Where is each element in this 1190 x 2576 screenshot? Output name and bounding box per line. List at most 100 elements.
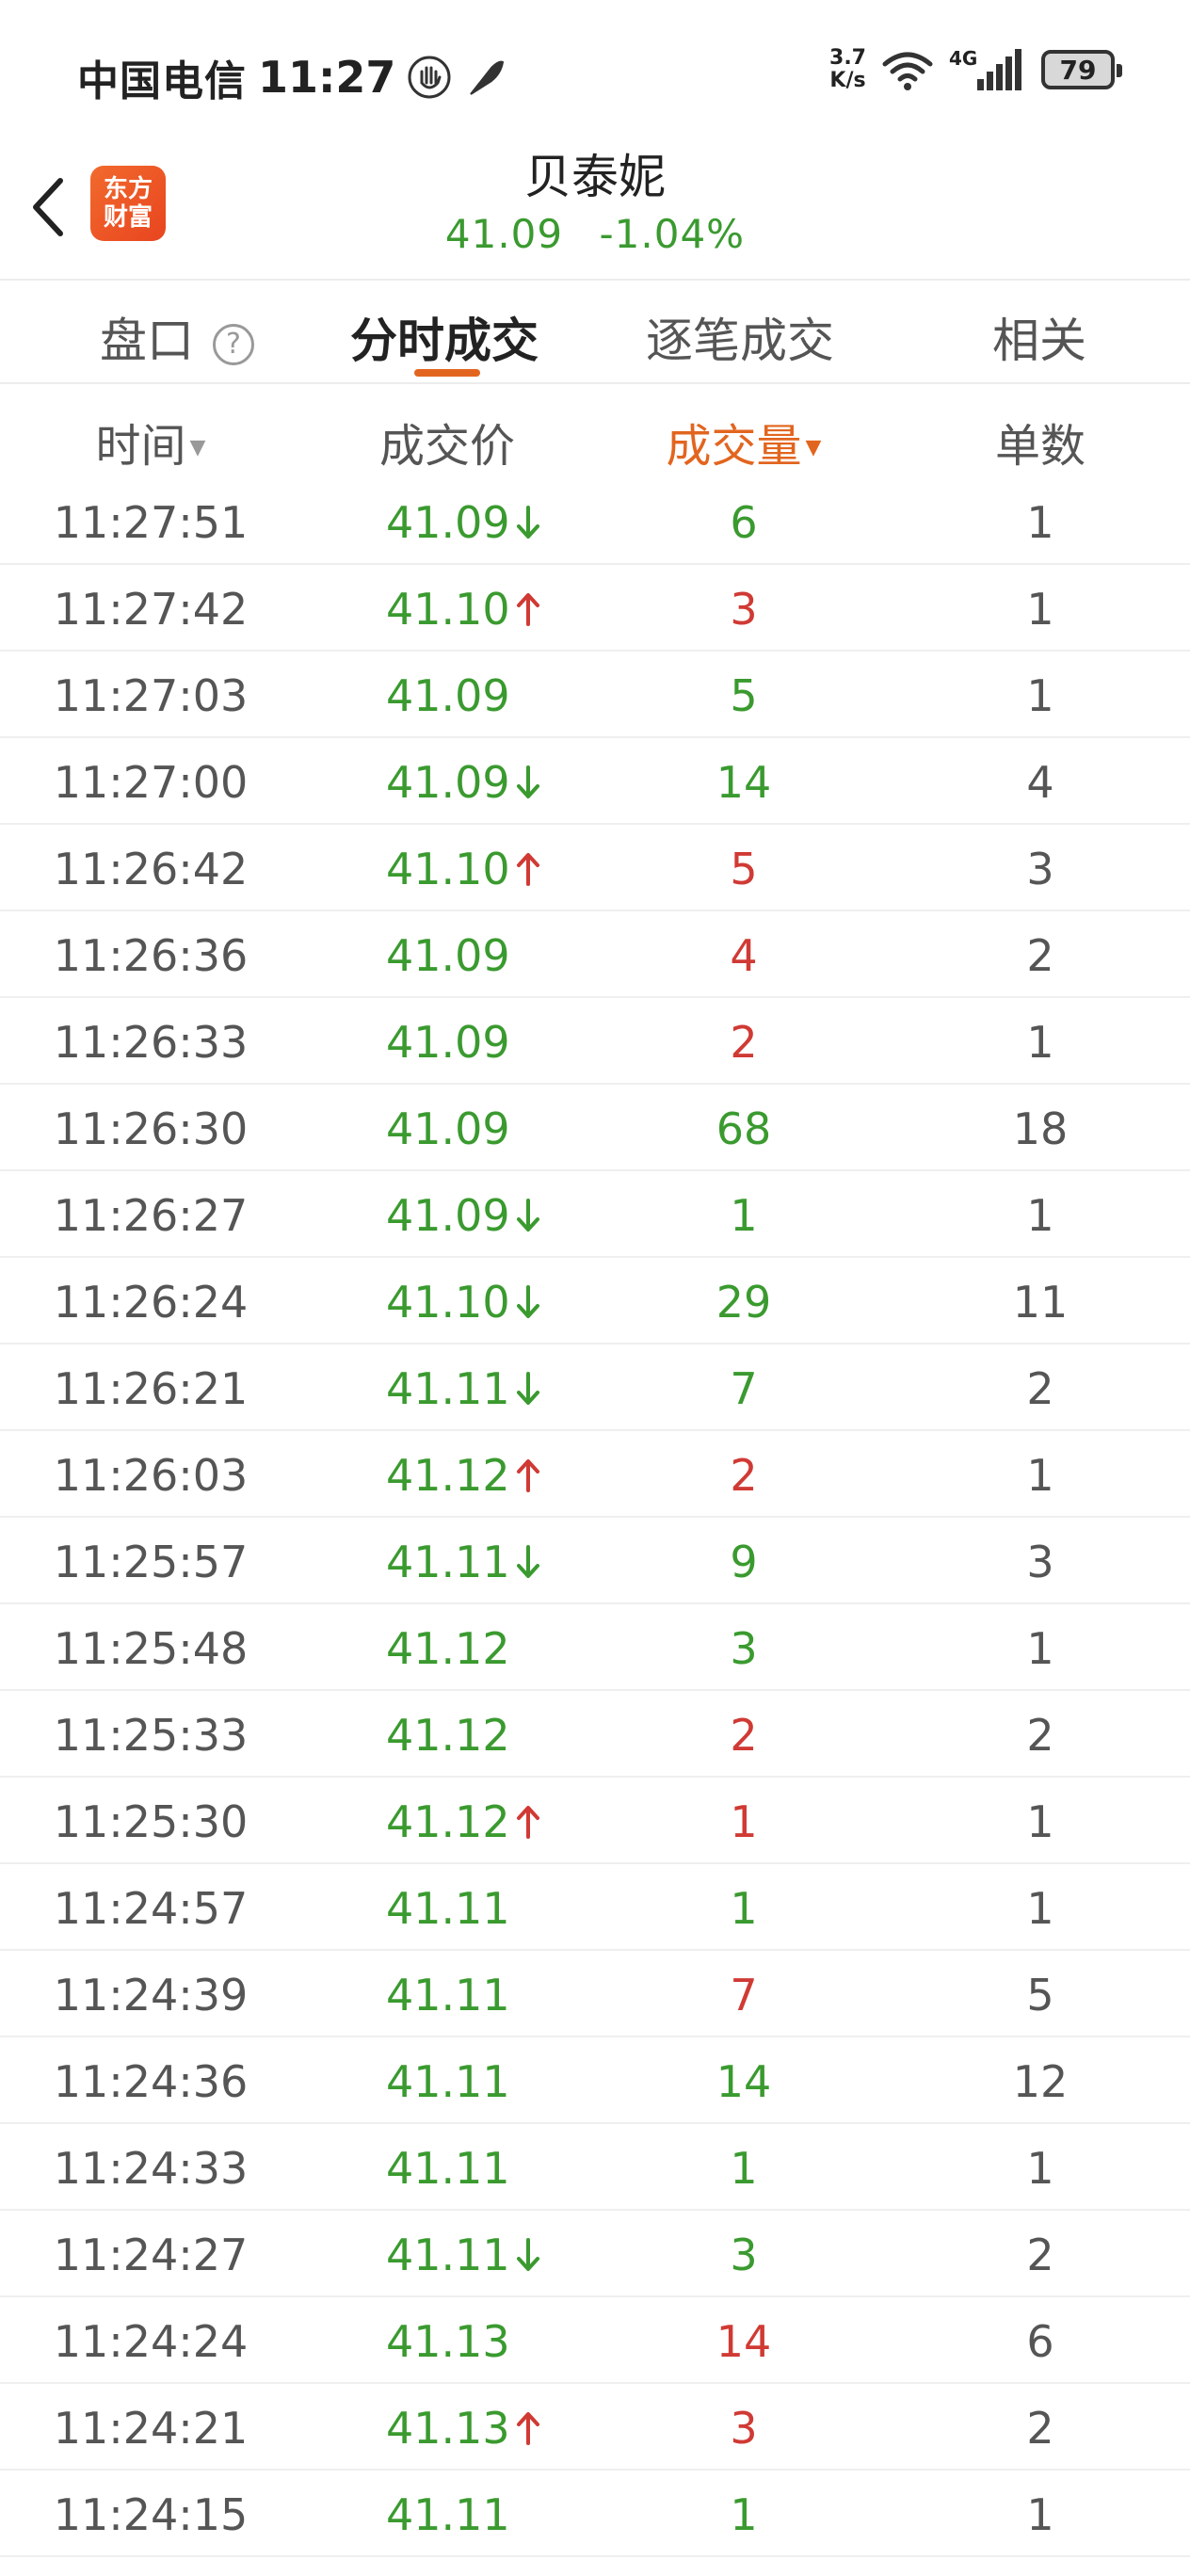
table-row[interactable]: 11:27:03 41.09 5 1 xyxy=(0,652,1190,738)
sort-caret-icon: ▼ xyxy=(189,436,206,459)
trade-time: 11:27:00 xyxy=(53,757,249,808)
signal-type: 4G xyxy=(949,47,978,70)
wifi-icon xyxy=(882,52,933,90)
trade-count: 2 xyxy=(1026,1363,1054,1414)
tab-orderbook[interactable]: 盘口? xyxy=(100,303,254,371)
tab-minute-trades[interactable]: 分时成交 xyxy=(350,303,539,371)
stock-name: 贝泰妮 xyxy=(524,150,666,204)
tab-related[interactable]: 相关 xyxy=(992,303,1086,371)
trade-count: 18 xyxy=(1012,1103,1069,1154)
trade-price-value: 41.10 xyxy=(386,1277,510,1328)
trade-time: 11:24:15 xyxy=(53,2489,249,2540)
trade-count: 1 xyxy=(1026,1450,1054,1501)
trade-count: 2 xyxy=(1026,1710,1054,1761)
table-row[interactable]: 11:24:21 41.13 3 2 xyxy=(0,2384,1190,2471)
table-row[interactable]: 11:25:33 41.12 2 2 xyxy=(0,1691,1190,1778)
table-row[interactable]: 11:24:15 41.11 1 1 xyxy=(0,2471,1190,2557)
trade-time: 11:25:30 xyxy=(53,1796,249,1847)
trade-price-value: 41.09 xyxy=(386,1190,510,1241)
trade-time: 11:26:33 xyxy=(53,1017,249,1068)
trade-price-value: 41.11 xyxy=(386,1883,510,1934)
trade-time: 11:25:57 xyxy=(53,1537,249,1587)
table-row[interactable]: 11:26:42 41.10 5 3 xyxy=(0,825,1190,911)
cell-signal: 4G xyxy=(949,47,1028,92)
trade-count: 1 xyxy=(1026,1796,1054,1847)
trade-volume: 68 xyxy=(716,1103,772,1154)
column-header-count: 单数 xyxy=(994,420,1085,473)
trade-volume: 3 xyxy=(730,584,758,635)
trade-time: 11:26:27 xyxy=(53,1190,249,1241)
table-row[interactable]: 11:26:36 41.09 4 2 xyxy=(0,911,1190,998)
trade-count: 1 xyxy=(1026,1190,1054,1241)
table-row[interactable]: 11:26:24 41.10 29 11 xyxy=(0,1258,1190,1344)
status-left: 中国电信 11:27 xyxy=(77,47,508,107)
trade-price-value: 41.09 xyxy=(386,757,510,808)
arrow-down-icon xyxy=(516,1199,539,1232)
column-header-volume[interactable]: 成交量 ▼ xyxy=(603,409,885,475)
trade-count: 2 xyxy=(1026,2403,1054,2454)
trade-count: 1 xyxy=(1026,1883,1054,1934)
trade-count: 1 xyxy=(1026,1017,1054,1068)
trade-time: 11:24:24 xyxy=(53,2316,249,2367)
trade-volume: 1 xyxy=(730,1190,758,1241)
trade-volume: 3 xyxy=(730,1623,758,1674)
table-row[interactable]: 11:26:21 41.11 7 2 xyxy=(0,1344,1190,1431)
table-row[interactable]: 11:25:57 41.11 9 3 xyxy=(0,1518,1190,1604)
table-header: 时间 ▼ 成交价 成交量 ▼ 单数 xyxy=(0,384,1190,478)
trade-time: 11:26:03 xyxy=(53,1450,249,1501)
arrow-down-icon xyxy=(516,1545,539,1578)
table-row[interactable]: 11:26:33 41.09 2 1 xyxy=(0,998,1190,1085)
trade-volume: 1 xyxy=(730,2143,758,2194)
trade-volume: 29 xyxy=(716,1277,772,1328)
stock-price: 41.09 xyxy=(444,211,564,257)
trade-count: 1 xyxy=(1026,2489,1054,2540)
trade-price-value: 41.11 xyxy=(386,2489,510,2540)
table-row[interactable]: 11:25:48 41.12 3 1 xyxy=(0,1604,1190,1691)
trade-time: 11:25:48 xyxy=(53,1623,249,1674)
trade-count: 1 xyxy=(1026,497,1054,548)
active-tab-indicator xyxy=(414,369,480,377)
table-row[interactable]: 11:27:00 41.09 14 4 xyxy=(0,738,1190,825)
trade-volume: 1 xyxy=(730,1796,758,1847)
trade-volume: 14 xyxy=(716,2056,772,2107)
trade-count: 3 xyxy=(1026,844,1054,894)
trade-price-value: 41.12 xyxy=(386,1450,510,1501)
table-row[interactable]: 11:24:39 41.11 7 5 xyxy=(0,1951,1190,2037)
title-bar: 东方 财富 贝泰妮 41.09 -1.04% xyxy=(0,132,1190,281)
net-speed: 3.7 K/s xyxy=(829,47,866,92)
trade-volume: 1 xyxy=(730,1883,758,1934)
trades-table: 11:27:51 41.09 6 1 11:27:42 41.10 3 1 11:27:03 41… xyxy=(0,478,1190,2557)
trade-volume: 14 xyxy=(716,2316,772,2367)
trade-volume: 2 xyxy=(730,1710,758,1761)
table-row[interactable]: 11:24:36 41.11 14 12 xyxy=(0,2037,1190,2124)
trade-price-value: 41.11 xyxy=(386,1363,510,1414)
column-volume-label: 成交量 xyxy=(666,420,802,473)
tab-tick-trades[interactable]: 逐笔成交 xyxy=(646,303,834,371)
trade-volume: 6 xyxy=(730,497,758,548)
column-header-time[interactable]: 时间 ▼ xyxy=(9,409,292,475)
trade-count: 2 xyxy=(1026,2230,1054,2280)
table-row[interactable]: 11:24:57 41.11 1 1 xyxy=(0,1864,1190,1951)
arrow-down-icon xyxy=(516,1372,539,1405)
trade-volume: 2 xyxy=(730,1017,758,1068)
table-row[interactable]: 11:24:33 41.11 1 1 xyxy=(0,2124,1190,2211)
table-row[interactable]: 11:27:42 41.10 3 1 xyxy=(0,565,1190,652)
table-row[interactable]: 11:26:03 41.12 2 1 xyxy=(0,1431,1190,1518)
table-row[interactable]: 11:26:27 41.09 1 1 xyxy=(0,1171,1190,1258)
table-row[interactable]: 11:27:51 41.09 6 1 xyxy=(0,478,1190,565)
table-row[interactable]: 11:25:30 41.12 1 1 xyxy=(0,1778,1190,1864)
table-row[interactable]: 11:26:30 41.09 68 18 xyxy=(0,1085,1190,1171)
trade-volume: 3 xyxy=(730,2403,758,2454)
trade-price-value: 41.09 xyxy=(386,1017,510,1068)
trade-time: 11:24:33 xyxy=(53,2143,249,2194)
sort-caret-active-icon: ▼ xyxy=(805,436,822,459)
help-icon[interactable]: ? xyxy=(213,324,254,365)
trade-count: 3 xyxy=(1026,1537,1054,1587)
trade-price-value: 41.09 xyxy=(386,497,510,548)
trade-time: 11:27:51 xyxy=(53,497,249,548)
arrow-up-icon xyxy=(516,2412,539,2445)
table-row[interactable]: 11:24:24 41.13 14 6 xyxy=(0,2297,1190,2384)
trade-price-value: 41.10 xyxy=(386,844,510,894)
table-row[interactable]: 11:24:27 41.11 3 2 xyxy=(0,2211,1190,2297)
trade-time: 11:27:42 xyxy=(53,584,249,635)
